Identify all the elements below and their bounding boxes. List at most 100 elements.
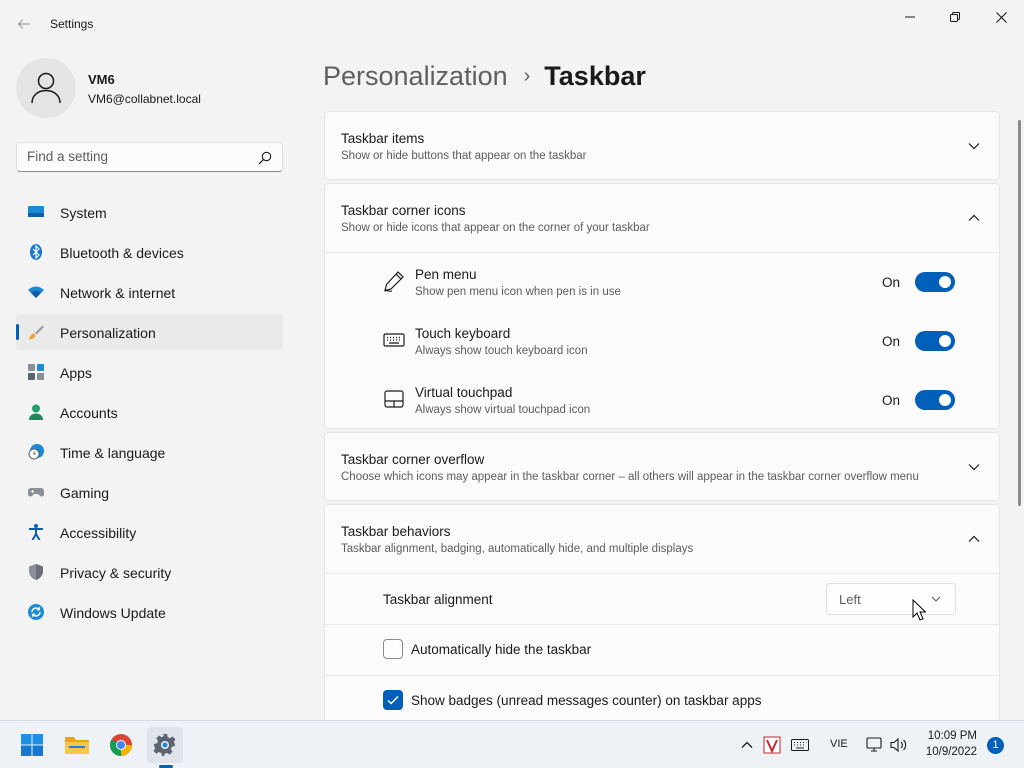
chevron-down-icon [931,596,941,602]
auto-hide-label[interactable]: Automatically hide the taskbar [411,642,591,657]
behaviors-header[interactable]: Taskbar behaviors Taskbar alignment, bad… [325,505,999,573]
minimize-button[interactable] [887,6,933,28]
virtual-touchpad-description: Always show virtual touchpad icon [415,404,591,416]
antivirus-tray-button[interactable] [762,735,782,755]
close-button[interactable] [978,6,1024,28]
start-button[interactable] [14,727,50,763]
touch-keyboard-title: Touch keyboard [415,326,511,341]
toggle-knob [939,276,951,288]
file-explorer-button[interactable] [59,727,95,763]
sidebar-item-windows-update[interactable]: Windows Update [16,594,283,630]
avatar[interactable] [16,58,76,118]
touch-keyboard-toggle-state: On [882,334,901,349]
sidebar-item-label: Network & internet [60,285,176,301]
divider [325,573,999,574]
sidebar-item-personalization[interactable]: Personalization [16,314,283,350]
divider [325,675,999,676]
sidebar-item-system[interactable]: System [16,194,283,230]
chevron-up-icon[interactable] [967,211,981,225]
keyboard-icon [791,739,809,751]
update-icon [28,604,44,620]
card-description: Choose which icons may appear in the tas… [341,471,919,483]
apps-icon [28,364,44,380]
toggle-knob [939,394,951,406]
search-box[interactable] [16,142,283,172]
restore-icon [950,12,960,22]
sidebar-item-bluetooth[interactable]: Bluetooth & devices [16,234,283,270]
clock-date[interactable]: 10/9/2022 [920,746,977,758]
sidebar-item-time-language[interactable]: Time & language [16,434,283,470]
scrollbar[interactable] [1018,120,1021,506]
wifi-icon [28,286,44,298]
pen-menu-title: Pen menu [415,267,477,282]
dropdown-value: Left [839,592,861,607]
chevron-down-icon[interactable] [967,139,981,153]
sidebar-item-privacy[interactable]: Privacy & security [16,554,283,590]
chevron-down-icon[interactable] [967,460,981,474]
restore-button[interactable] [932,6,978,28]
taskbar-items-card[interactable]: Taskbar items Show or hide buttons that … [324,111,1000,180]
breadcrumb-separator: › [523,64,531,87]
chrome-button[interactable] [103,727,139,763]
auto-hide-checkbox[interactable] [383,639,403,659]
touch-keyboard-toggle[interactable] [915,331,955,351]
virtual-touchpad-toggle-state: On [882,393,901,408]
sidebar-item-accounts[interactable]: Accounts [16,394,283,430]
virtual-touchpad-toggle[interactable] [915,390,955,410]
sidebar-item-label: System [60,205,107,221]
sidebar-item-apps[interactable]: Apps [16,354,283,390]
pen-icon [384,271,404,292]
volume-tray-button[interactable] [889,735,909,755]
sidebar-item-network[interactable]: Network & internet [16,274,283,310]
sidebar-item-label: Accounts [60,405,118,421]
breadcrumb: Personalization › Taskbar [323,58,646,94]
divider [325,624,999,625]
clock-time[interactable]: 10:09 PM [925,730,977,742]
sidebar-item-label: Time & language [60,445,166,461]
network-tray-button[interactable] [865,735,885,755]
chevron-up-icon[interactable] [967,532,981,546]
taskbar-corner-overflow-card[interactable]: Taskbar corner overflow Choose which ico… [324,432,1000,501]
antivirus-icon [763,736,781,754]
search-icon[interactable] [258,151,272,165]
sidebar-item-label: Gaming [60,485,110,501]
touch-keyboard-tray-button[interactable] [790,735,810,755]
taskbar-alignment-dropdown[interactable]: Left [826,583,956,615]
profile-email: VM6@collabnet.local [88,92,201,106]
chevron-up-icon [741,741,753,748]
accounts-icon [29,404,43,420]
minimize-icon [905,16,915,18]
search-input[interactable] [27,149,247,164]
notification-badge[interactable]: 1 [987,737,1004,754]
sidebar-nav: System Bluetooth & devices Network & int… [16,194,283,634]
settings-taskbar-button[interactable] [147,727,183,763]
pen-menu-description: Show pen menu icon when pen is in use [415,286,621,298]
chrome-icon [110,734,132,756]
pen-menu-toggle[interactable] [915,272,955,292]
volume-icon [890,737,907,753]
toggle-knob [939,335,951,347]
touchpad-icon [384,390,404,408]
show-badges-checkbox[interactable] [383,690,403,710]
sidebar-item-gaming[interactable]: Gaming [16,474,283,510]
virtual-touchpad-title: Virtual touchpad [415,385,513,400]
show-badges-label[interactable]: Show badges (unread messages counter) on… [411,693,761,708]
pen-menu-toggle-state: On [882,275,901,290]
input-language-indicator[interactable]: VIE [830,738,848,750]
settings-icon [153,734,176,756]
close-icon [995,11,1007,23]
mouse-cursor-icon [912,599,926,621]
profile-name: VM6 [88,72,115,87]
back-button[interactable] [12,12,36,36]
card-title: Taskbar corner icons [341,203,466,218]
show-hidden-icons-button[interactable] [737,735,757,755]
sidebar-item-accessibility[interactable]: Accessibility [16,514,283,550]
breadcrumb-parent[interactable]: Personalization [323,61,508,92]
card-title: Taskbar items [341,131,425,146]
taskbar-behaviors-card: Taskbar behaviors Taskbar alignment, bad… [324,504,1000,720]
sidebar-item-label: Personalization [60,325,156,341]
sidebar-item-label: Privacy & security [60,565,172,581]
sidebar-item-label: Windows Update [60,605,166,621]
corner-icons-header[interactable]: Taskbar corner icons Show or hide icons … [325,184,999,252]
paintbrush-icon [29,325,44,340]
